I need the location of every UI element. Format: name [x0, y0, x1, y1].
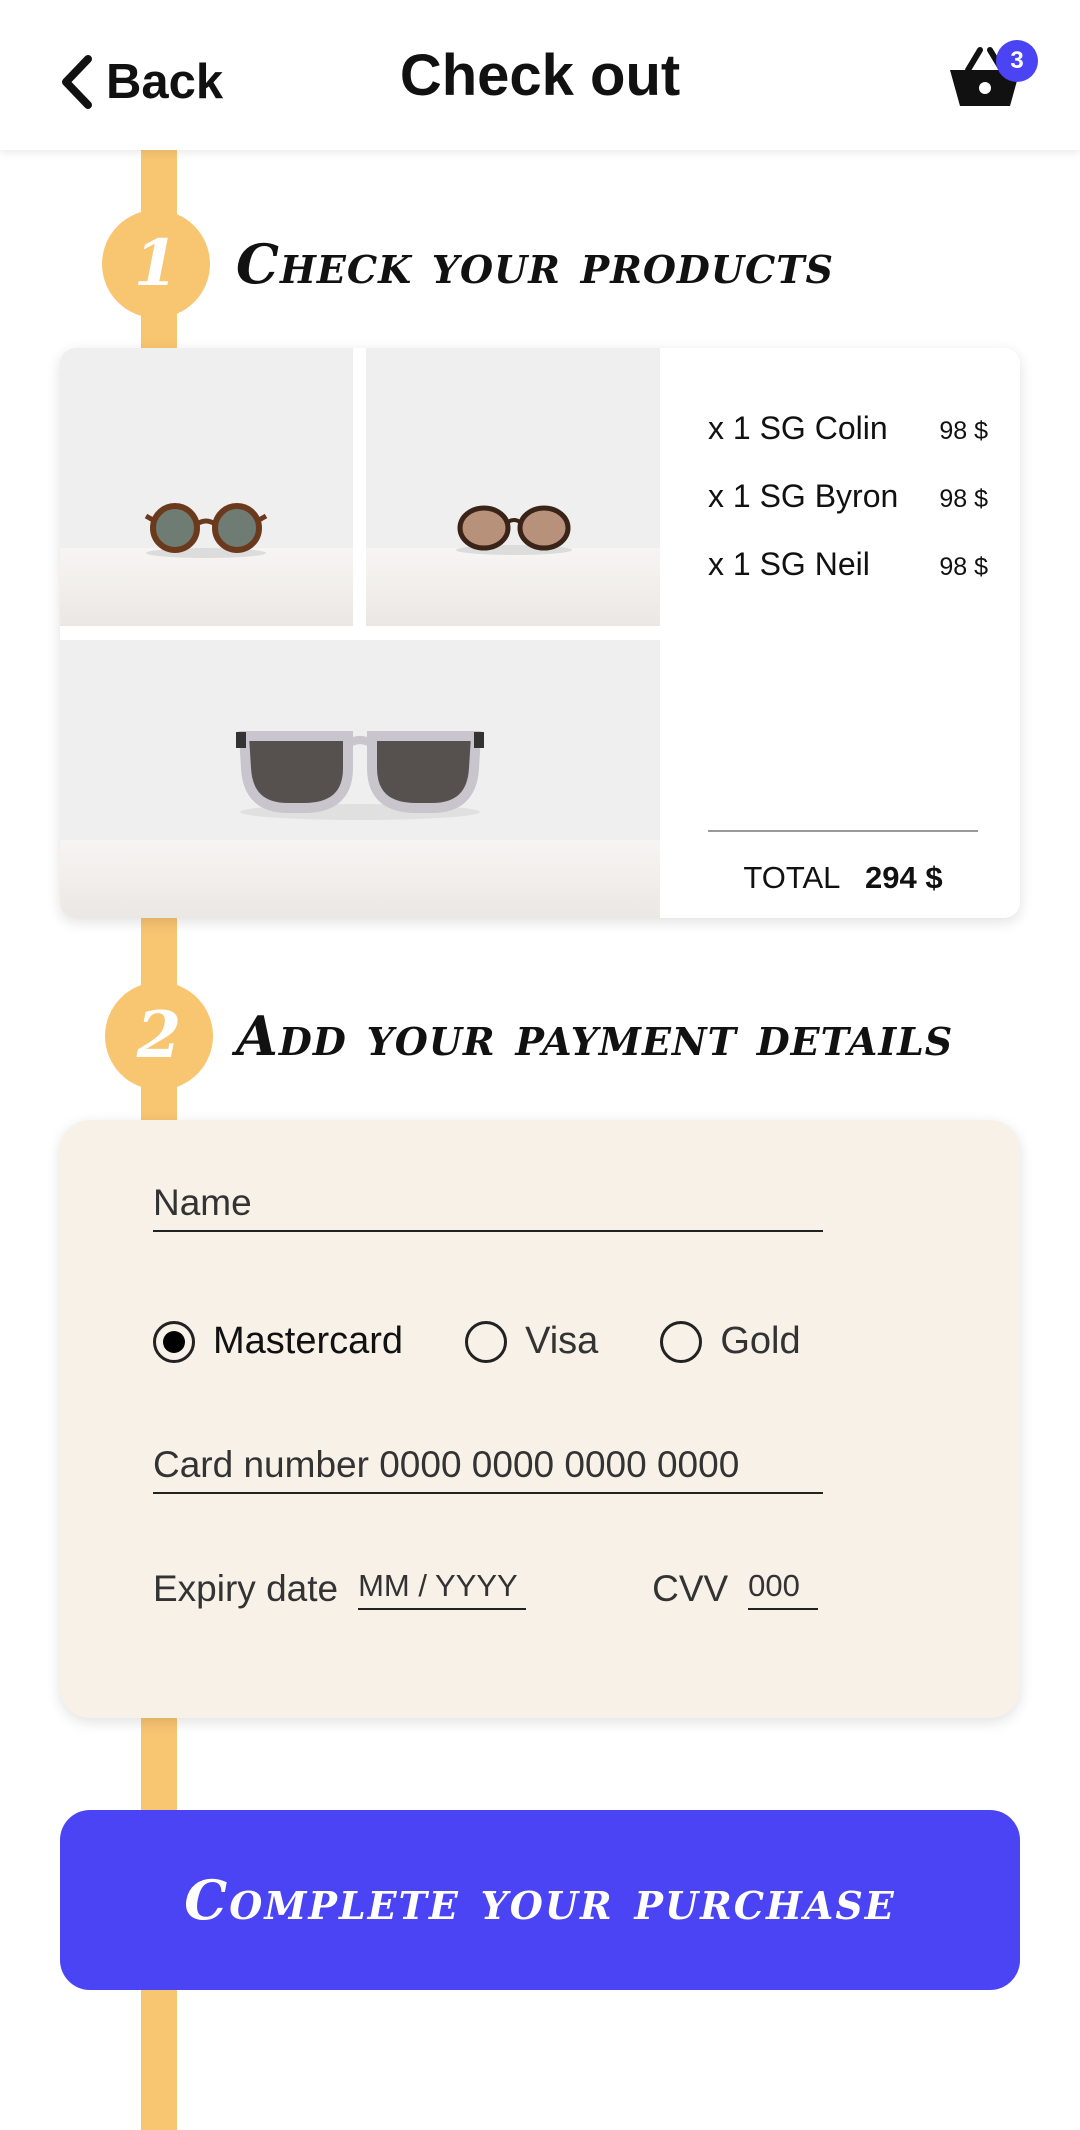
- item-price: 98 $: [939, 553, 988, 581]
- card-type-selector: Mastercard Visa Gold: [153, 1320, 863, 1363]
- list-item: x 1 SG Colin 98 $: [708, 410, 988, 478]
- total-divider: [708, 830, 978, 832]
- item-name: x 1 SG Colin: [708, 410, 888, 446]
- sunglasses-clear-frame-image: [236, 731, 484, 820]
- total-value: 294 $: [865, 860, 943, 895]
- sunglasses-tortoise-image: [456, 505, 572, 555]
- step-2-title: Add your payment details: [236, 1004, 954, 1068]
- order-total: TOTAL 294 $: [708, 860, 978, 896]
- name-field[interactable]: Name: [153, 1182, 823, 1232]
- product-image-colin: [60, 348, 353, 626]
- cvv-input[interactable]: 000: [748, 1568, 819, 1610]
- radio-unchecked-icon: [465, 1320, 508, 1363]
- list-item: x 1 SG Byron 98 $: [708, 478, 988, 546]
- products-card: x 1 SG Colin 98 $ x 1 SG Byron 98 $ x 1 …: [60, 348, 1020, 918]
- item-name: x 1 SG Neil: [708, 546, 870, 582]
- expiry-cvv-row: Expiry date MM / YYYY CVV 000: [153, 1568, 823, 1610]
- sunglasses-round-tortoise-image: [144, 503, 268, 558]
- total-label: TOTAL: [743, 860, 841, 895]
- radio-checked-icon: [153, 1320, 195, 1363]
- payment-form: Name Mastercard Visa Gold Card number 00…: [60, 1120, 1020, 1718]
- expiry-input[interactable]: MM / YYYY: [358, 1568, 527, 1610]
- product-image-byron: [366, 348, 660, 626]
- card-number-field[interactable]: Card number 0000 0000 0000 0000: [153, 1444, 823, 1494]
- radio-gold[interactable]: Gold: [660, 1320, 801, 1363]
- item-price: 98 $: [939, 417, 988, 445]
- radio-label: Mastercard: [213, 1320, 404, 1362]
- radio-visa[interactable]: Visa: [465, 1320, 598, 1363]
- product-list: x 1 SG Colin 98 $ x 1 SG Byron 98 $ x 1 …: [708, 410, 988, 614]
- radio-unchecked-icon: [660, 1320, 703, 1363]
- product-image-neil: [60, 640, 660, 918]
- step-2-badge: 2: [105, 982, 213, 1090]
- complete-purchase-button[interactable]: Complete your purchase: [60, 1810, 1020, 1990]
- cart-count-badge: 3: [996, 40, 1038, 82]
- cart-button[interactable]: 3: [948, 40, 1038, 120]
- list-item: x 1 SG Neil 98 $: [708, 546, 988, 614]
- app-header: Back Check out 3: [0, 0, 1080, 150]
- expiry-label: Expiry date: [153, 1568, 339, 1609]
- radio-label: Visa: [525, 1320, 599, 1362]
- item-price: 98 $: [939, 485, 988, 513]
- page-title: Check out: [399, 43, 681, 108]
- step-1-title: Check your products: [236, 232, 834, 296]
- radio-mastercard[interactable]: Mastercard: [153, 1320, 403, 1363]
- item-name: x 1 SG Byron: [708, 478, 899, 514]
- radio-label: Gold: [720, 1320, 801, 1362]
- cvv-label: CVV: [652, 1568, 729, 1609]
- step-1-badge: 1: [102, 210, 210, 318]
